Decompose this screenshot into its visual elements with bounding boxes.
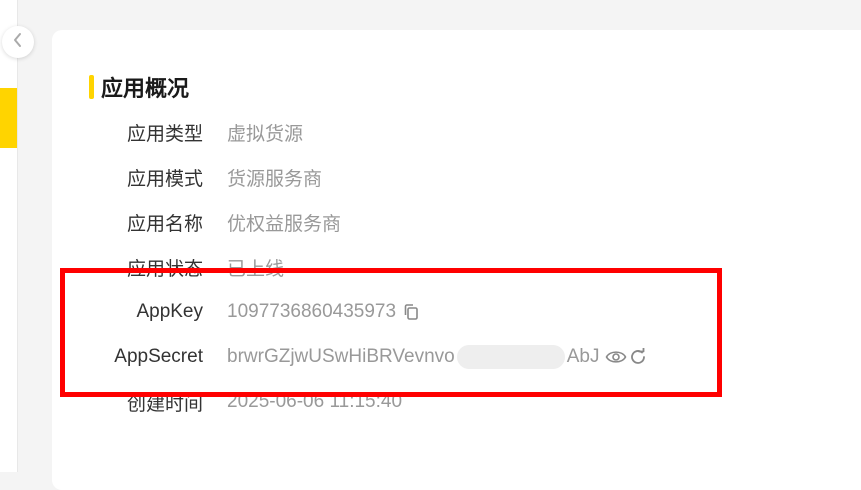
collapse-sidebar-button[interactable] <box>2 26 34 58</box>
eye-icon[interactable] <box>605 348 627 366</box>
app-secret-value-wrap: brwrGZjwUSwHiBRVevnvo AbJ <box>227 345 647 369</box>
app-secret-label: AppSecret <box>114 346 203 367</box>
app-key-value: 1097736860435973 <box>227 301 397 322</box>
chevron-left-icon <box>12 32 24 53</box>
app-status-label: 应用状态 <box>126 258 203 280</box>
created-time-value: 2025-06-06 11:15:40 <box>227 391 403 412</box>
app-key-value-wrap: 1097736860435973 <box>227 301 420 323</box>
app-overview-card: 应用概况 应用类型 虚拟货源 应用模式 货源服务商 应用名称 优权益服务商 应用… <box>52 30 861 490</box>
app-key-row: AppKey 1097736860435973 <box>52 297 420 327</box>
app-type-value: 虚拟货源 <box>227 123 304 145</box>
sidebar <box>0 0 18 472</box>
app-secret-value-prefix: brwrGZjwUSwHiBRVevnvo <box>227 346 455 367</box>
sidebar-active-indicator <box>0 88 17 148</box>
copy-icon[interactable] <box>402 303 420 321</box>
app-name-value: 优权益服务商 <box>227 213 342 235</box>
section-title: 应用概况 <box>89 72 189 102</box>
refresh-icon[interactable] <box>629 348 647 366</box>
app-type-label: 应用类型 <box>126 123 203 145</box>
app-type-row: 应用类型 虚拟货源 <box>52 117 303 147</box>
app-name-label: 应用名称 <box>126 213 203 235</box>
section-title-text: 应用概况 <box>101 76 190 101</box>
app-status-value: 已上线 <box>227 258 285 280</box>
app-secret-row: AppSecret brwrGZjwUSwHiBRVevnvo AbJ <box>52 342 647 372</box>
app-mode-row: 应用模式 货源服务商 <box>52 162 322 192</box>
app-key-label: AppKey <box>136 301 203 322</box>
app-mode-label: 应用模式 <box>126 168 203 190</box>
app-secret-value-suffix: AbJ <box>566 346 600 367</box>
app-mode-value: 货源服务商 <box>227 168 323 190</box>
created-time-row: 创建时间 2025-06-06 11:15:40 <box>52 387 402 417</box>
created-time-label: 创建时间 <box>126 393 203 415</box>
masked-secret-blur <box>456 345 565 369</box>
app-status-row: 应用状态 已上线 <box>52 252 284 282</box>
title-accent-bar <box>89 75 94 99</box>
app-name-row: 应用名称 优权益服务商 <box>52 207 341 237</box>
